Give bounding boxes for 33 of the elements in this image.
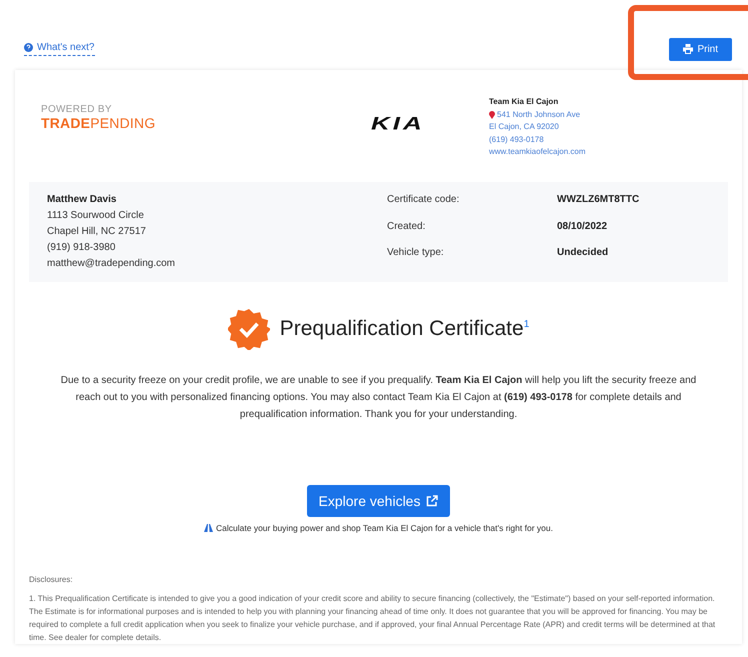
location-pin-icon (489, 110, 495, 119)
help-link[interactable]: What's next? (24, 42, 94, 56)
detail-value: Undecided (557, 246, 610, 260)
brand-logo: TRADEPENDING (41, 115, 156, 131)
customer-detail: Chapel Hill, NC 27517 (47, 225, 147, 239)
dealer-phone[interactable]: (619) 493-0178 (489, 134, 586, 146)
customer-detail: (919) 918-3980 (47, 241, 116, 255)
customer-detail: 1113 Sourwood Circle (47, 209, 145, 223)
disclosures-heading: Disclosures: (29, 575, 74, 584)
detail-label: Created: (387, 220, 426, 234)
customer-name: Matthew Davis (47, 193, 118, 207)
certificate-message: Due to a security freeze on your credit profile, we are unable to see if you prequalify. Team Kia El Cajon will help you lift the security freeze and reach out to you with personalized financing options. You may also contact Team Kia El Cajon at (619) 493-0178 for complete details and prequalification information. Thank you for your understanding. (60, 374, 698, 422)
disclosure-text: 1. This Prequalification Certificate is intended to give you a good indication of your credit score and ability to secure financing (collectively, the "Estimate") based on your self-reported information. The Estimate is for informational purposes and is intended to help you with planning your financing ahead of time only. It does not guarantee that you will be approved for financing. You may be required to complete a full credit application when you seek to finalize your vehicle purchase, and if approved, your final Annual Percentage Rate (APR) and credit terms will be determined at that time. See dealer for complete details. (29, 593, 716, 644)
badge-check-icon (228, 308, 270, 350)
powered-by-label: POWERED BY (41, 104, 113, 115)
explore-vehicles-button[interactable]: Explore vehicles (306, 485, 450, 517)
detail-value: WWZLZ6MT8TTC (557, 193, 640, 207)
detail-value: 08/10/2022 (557, 220, 608, 234)
dealer-address[interactable]: 541 North Johnson Ave (497, 108, 580, 121)
printer-icon (683, 44, 694, 54)
detail-label: Certificate code: (387, 193, 460, 207)
dealer-logo: KIA (371, 112, 426, 134)
tagline: Calculate your buying power and shop Team Kia El Cajon for a vehicle that's right for you. (216, 523, 553, 533)
dealer-website[interactable]: www.teamkiaofelcajon.com (489, 146, 586, 158)
dealer-city: El Cajon, CA 92020 (489, 121, 560, 133)
road-icon (204, 524, 214, 532)
dealer-name: Team Kia El Cajon (489, 96, 560, 108)
print-button[interactable]: Print (669, 38, 732, 60)
help-icon (24, 43, 33, 52)
certificate-title: Prequalification Certificate$^{1}$ (280, 317, 530, 341)
external-link-icon (426, 495, 438, 507)
customer-detail: matthew@tradepending.com (47, 257, 176, 271)
detail-label: Vehicle type: (387, 246, 445, 260)
